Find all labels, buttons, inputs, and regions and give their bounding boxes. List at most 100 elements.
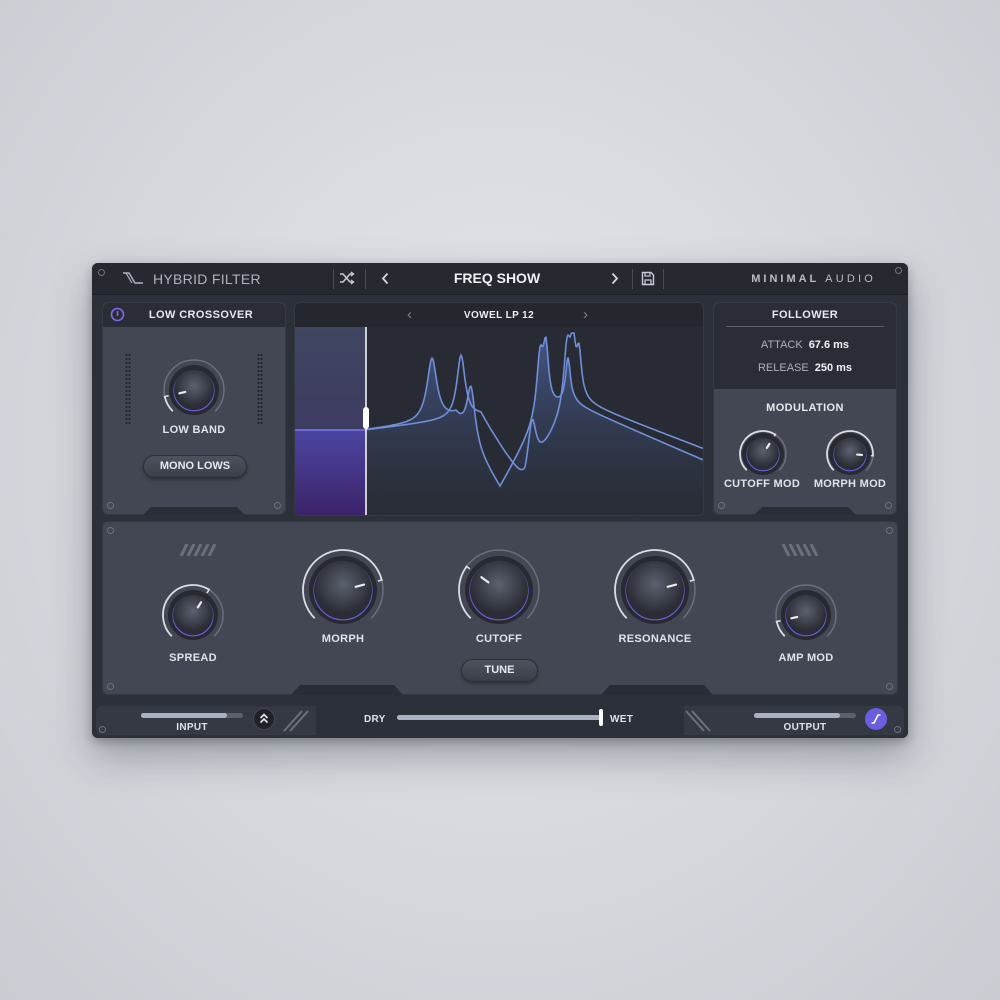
output-label: OUTPUT [783, 722, 827, 733]
chevrons-up-icon [259, 713, 269, 724]
wet-label: WET [610, 714, 634, 725]
morph-mod-label: MORPH MOD [813, 478, 887, 490]
knob-cap [786, 595, 826, 635]
knob-cap [626, 561, 684, 619]
cutoff-label: CUTOFF [475, 633, 523, 645]
panel-notch [143, 507, 245, 515]
cutoff-mod-knob[interactable] [739, 430, 787, 483]
amp-mod-label: AMP MOD [778, 652, 834, 664]
knob-value-tick [775, 619, 781, 623]
soft-clip-button[interactable] [865, 708, 887, 730]
screw-icon [718, 502, 725, 509]
follower-title: FOLLOWER [771, 309, 839, 321]
input-slider-fill [141, 713, 227, 718]
screw-icon [107, 502, 114, 509]
dry-wet-slider[interactable] [397, 715, 602, 720]
low-crossover-panel: LOW CROSSOVER LOW BAND MONO LOWS [102, 302, 286, 515]
attack-label: ATTACK [760, 339, 803, 351]
dry-wet-handle[interactable] [599, 709, 603, 726]
meter-right [257, 353, 263, 425]
panel-notch [754, 507, 856, 515]
stripes-decor-right [781, 544, 819, 556]
divider [632, 269, 633, 289]
screw-icon [885, 502, 892, 509]
input-slider[interactable] [141, 713, 243, 718]
divider [365, 269, 366, 289]
attack-value[interactable]: 67.6 ms [809, 339, 849, 351]
cutoff-mod-label: CUTOFF MOD [723, 478, 801, 490]
brand-suffix: AUDIO [825, 273, 876, 285]
output-slider[interactable] [754, 713, 856, 718]
low-band-fill [295, 430, 366, 515]
panel-notch [601, 685, 713, 695]
cutoff-knob[interactable] [458, 549, 540, 636]
dry-wet-fill [397, 715, 602, 720]
filter-display[interactable]: ‹ VOWEL LP 12 › [294, 302, 704, 516]
low-band-knob[interactable] [163, 359, 225, 426]
knob-pointer [178, 390, 187, 395]
save-icon[interactable] [641, 271, 655, 286]
brand-name: MINIMAL [751, 273, 820, 285]
chevron-left-icon[interactable] [381, 272, 389, 285]
screw-icon [107, 683, 114, 690]
slash-decor-left [283, 710, 309, 732]
plugin-title: HYBRID FILTER [153, 271, 261, 287]
filter-curve-graph[interactable] [295, 303, 703, 515]
divider [663, 269, 664, 289]
release-row[interactable]: RELEASE 250 ms [714, 362, 896, 374]
panel-title: LOW CROSSOVER [148, 309, 254, 321]
dry-label: DRY [364, 714, 386, 725]
release-value[interactable]: 250 ms [815, 362, 852, 374]
hybrid-filter-plugin: HYBRID FILTER FREQ SHOW MINIMAL AUDIO LO… [92, 263, 908, 738]
release-label: RELEASE [757, 362, 809, 374]
follower-panel: FOLLOWER ATTACK 67.6 ms RELEASE 250 ms MOD… [713, 302, 897, 515]
chevron-right-icon[interactable] [611, 272, 619, 285]
screw-icon [886, 527, 893, 534]
top-bar: HYBRID FILTER FREQ SHOW MINIMAL AUDIO [92, 263, 908, 295]
stripes-decor-left [179, 544, 217, 556]
morph-knob[interactable] [302, 549, 384, 636]
tune-button[interactable]: TUNE [461, 659, 538, 682]
shuffle-icon[interactable] [339, 271, 355, 285]
bottom-bar: INPUT DRY WET OUTPUT [92, 703, 908, 738]
morph-mod-knob[interactable] [826, 430, 874, 483]
resonance-label: RESONANCE [618, 633, 692, 645]
knob-cap [470, 561, 528, 619]
soft-clip-icon [871, 714, 881, 724]
screw-icon [894, 726, 901, 733]
filter-type-label[interactable]: VOWEL LP 12 [295, 310, 703, 321]
next-filter-icon[interactable]: › [583, 306, 588, 323]
knob-cap [173, 595, 213, 635]
screw-icon [107, 527, 114, 534]
knob-cap [747, 438, 779, 470]
screw-icon [886, 683, 893, 690]
slash-decor-right [685, 710, 711, 732]
link-button[interactable] [253, 708, 275, 730]
meter-left [125, 353, 131, 425]
brand-logo: MINIMAL AUDIO [751, 273, 876, 285]
spread-label: SPREAD [169, 652, 217, 664]
amp-mod-knob[interactable] [775, 584, 837, 651]
modulation-title: MODULATION [766, 402, 844, 414]
panel-notch [291, 685, 403, 695]
preset-name[interactable]: FREQ SHOW [422, 270, 572, 286]
screw-icon [895, 267, 902, 274]
screw-icon [274, 502, 281, 509]
attack-row[interactable]: ATTACK 67.6 ms [714, 339, 896, 351]
spread-knob[interactable] [162, 584, 224, 651]
input-label: INPUT [176, 722, 208, 733]
knob-cap [314, 561, 372, 619]
knob-value-tick [163, 394, 169, 398]
mono-lows-button[interactable]: MONO LOWS [143, 455, 247, 478]
screw-icon [98, 269, 105, 276]
main-controls-panel: SPREAD MORPH CUTOFF TUNE RESONANCE AMP M… [102, 521, 898, 695]
filter-logo-icon [123, 272, 143, 284]
knob-cap [174, 370, 214, 410]
crossover-handle[interactable] [363, 407, 369, 429]
divider [726, 326, 884, 327]
divider [333, 269, 334, 289]
screw-icon [99, 726, 106, 733]
low-band-label: LOW BAND [162, 424, 226, 436]
resonance-knob[interactable] [614, 549, 696, 636]
knob-pointer [790, 615, 799, 620]
